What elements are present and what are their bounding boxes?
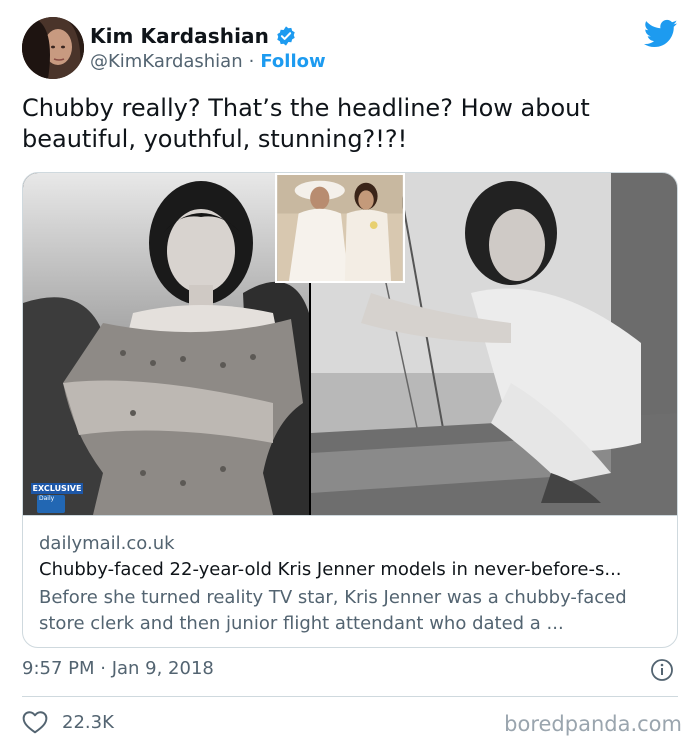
- follow-button[interactable]: Follow: [260, 51, 325, 72]
- exclusive-badge: EXCLUSIVE Daily: [31, 483, 83, 513]
- card-info[interactable]: dailymail.co.uk Chubby-faced 22-year-old…: [23, 515, 677, 647]
- timestamp-row: 9:57 PM · Jan 9, 2018: [22, 658, 678, 684]
- photo-portrait: [23, 173, 309, 515]
- exclusive-label: EXCLUSIVE: [31, 483, 83, 494]
- tweet-header: Kim Kardashian @KimKardashian · Follow: [22, 17, 678, 79]
- info-icon[interactable]: [650, 658, 674, 682]
- separator-dot: ·: [248, 51, 255, 72]
- twitter-bird-icon[interactable]: [643, 19, 678, 49]
- avatar[interactable]: [22, 17, 84, 79]
- watermark: boredpanda.com: [504, 712, 682, 736]
- card-title: Chubby-faced 22-year-old Kris Jenner mod…: [39, 559, 622, 580]
- card-image[interactable]: EXCLUSIVE Daily: [23, 173, 677, 515]
- like-button[interactable]: 22.3K: [22, 708, 114, 736]
- photo-wedding: [275, 173, 405, 283]
- like-count: 22.3K: [62, 711, 114, 733]
- tweet-text: Chubby really? That’s the headline? How …: [22, 94, 590, 153]
- verified-badge-icon: [275, 25, 297, 47]
- card-domain: dailymail.co.uk: [39, 533, 175, 554]
- author-handle[interactable]: @KimKardashian: [90, 51, 243, 72]
- author-name[interactable]: Kim Kardashian: [90, 24, 269, 48]
- handle-row: @KimKardashian · Follow: [90, 51, 326, 72]
- divider: [22, 696, 678, 697]
- author-name-row: Kim Kardashian: [90, 24, 297, 48]
- daily-mail-logo: Daily: [37, 495, 65, 513]
- card-description: Before she turned reality TV star, Kris …: [39, 587, 627, 634]
- tweet-timestamp[interactable]: 9:57 PM · Jan 9, 2018: [22, 658, 214, 679]
- heart-icon: [22, 710, 48, 734]
- link-preview-card[interactable]: EXCLUSIVE Daily dailymail.co.uk Chubby-f…: [22, 172, 678, 648]
